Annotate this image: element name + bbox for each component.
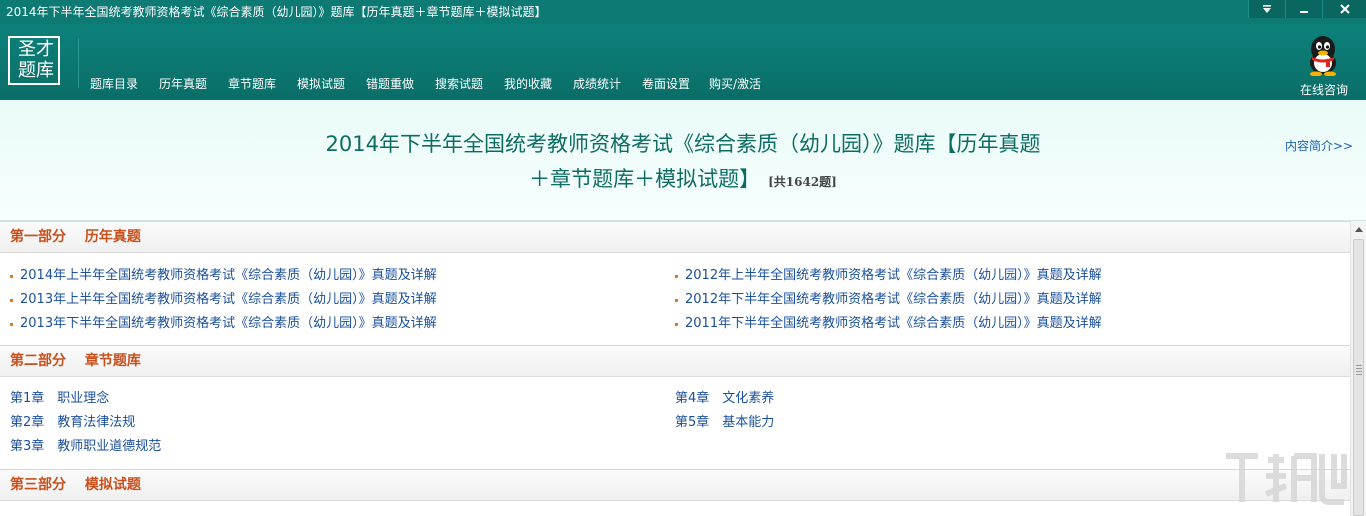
past-paper-link[interactable]: 2013年下半年全国统考教师资格考试《综合素质（幼儿园）》真题及详解 — [20, 316, 437, 332]
qq-penguin-icon — [1310, 36, 1336, 76]
chapter-link[interactable]: 第4章 文化素养 — [675, 391, 774, 407]
list-bullet — [10, 299, 13, 302]
section-heading-past-papers: 第一部分 历年真题 — [0, 221, 1350, 253]
chapter-link[interactable]: 第2章 教育法律法规 — [10, 415, 135, 431]
nav-redo-mistakes[interactable]: 错题重做 — [366, 76, 414, 92]
list-bullet — [675, 299, 678, 302]
chapter-link[interactable]: 第3章 教师职业道德规范 — [10, 439, 161, 455]
section-heading-chapter-bank: 第二部分 章节题库 — [0, 345, 1350, 377]
list-bullet — [10, 275, 13, 278]
nav-question-bank-catalog[interactable]: 题库目录 — [90, 76, 138, 92]
past-paper-link[interactable]: 2013年上半年全国统考教师资格考试《综合素质（幼儿园）》真题及详解 — [20, 292, 437, 308]
book-title-line1: 2014年下半年全国统考教师资格考试《综合素质（幼儿园）》题库【历年真题 — [325, 132, 1041, 156]
chapter-link[interactable]: 第5章 基本能力 — [675, 415, 774, 431]
scroll-grip — [1356, 365, 1362, 377]
close-button[interactable] — [1322, 0, 1366, 18]
logo-line1: 圣才 — [18, 39, 54, 60]
app-logo: 圣才 题库 — [8, 36, 60, 85]
nav-chapter-bank[interactable]: 章节题库 — [228, 76, 276, 92]
scroll-up-arrow-icon — [1354, 227, 1363, 232]
nav-my-favorites[interactable]: 我的收藏 — [504, 76, 552, 92]
nav-mock-tests[interactable]: 模拟试题 — [297, 76, 345, 92]
window-title: 2014年下半年全国统考教师资格考试《综合素质（幼儿园）》题库【历年真题＋章节题… — [6, 5, 547, 19]
online-consult-label: 在线咨询 — [1299, 83, 1348, 97]
content-intro-link[interactable]: 内容简介>> — [1285, 139, 1353, 153]
nav-page-settings[interactable]: 卷面设置 — [642, 76, 690, 92]
nav-search-questions[interactable]: 搜索试题 — [435, 76, 483, 92]
past-paper-link[interactable]: 2012年下半年全国统考教师资格考试《综合素质（幼儿园）》真题及详解 — [685, 292, 1102, 308]
nav-past-papers[interactable]: 历年真题 — [159, 76, 207, 92]
list-bullet — [675, 323, 678, 326]
content-area: 第一部分 历年真题 2014年上半年全国统考教师资格考试《综合素质（幼儿园）》真… — [0, 221, 1350, 516]
scroll-up-button[interactable] — [1351, 221, 1366, 237]
dropdown-button[interactable] — [1248, 0, 1285, 18]
past-paper-link[interactable]: 2014年上半年全国统考教师资格考试《综合素质（幼儿园）》真题及详解 — [20, 268, 437, 284]
past-paper-link[interactable]: 2012年上半年全国统考教师资格考试《综合素质（幼儿园）》真题及详解 — [685, 268, 1102, 284]
list-bullet — [675, 275, 678, 278]
vertical-scrollbar[interactable] — [1350, 221, 1366, 516]
minimize-icon — [1300, 11, 1308, 13]
section-heading-mock-tests: 第三部分 模拟试题 — [0, 469, 1350, 501]
chevron-down-icon — [1263, 5, 1271, 13]
section-title: 第二部分 章节题库 — [10, 353, 141, 369]
chapter-link[interactable]: 第1章 职业理念 — [10, 391, 109, 407]
section-title: 第三部分 模拟试题 — [10, 477, 141, 493]
title-bar: 2014年下半年全国统考教师资格考试《综合素质（幼儿园）》题库【历年真题＋章节题… — [0, 0, 1366, 24]
nav-score-stats[interactable]: 成绩统计 — [573, 76, 621, 92]
main-toolbar: 圣才 题库 题库目录 历年真题 章节题库 模拟试题 错题重做 搜索试题 我的收藏… — [0, 24, 1366, 100]
section-title: 第一部分 历年真题 — [10, 229, 141, 245]
online-consult-button[interactable]: 在线咨询 — [1292, 30, 1356, 97]
minimize-button[interactable] — [1285, 0, 1322, 18]
watermark-logo — [1226, 453, 1347, 505]
close-icon — [1340, 4, 1350, 14]
past-paper-link[interactable]: 2011年下半年全国统考教师资格考试《综合素质（幼儿园）》真题及详解 — [685, 316, 1102, 332]
nav-buy-activate[interactable]: 购买/激活 — [709, 76, 761, 92]
question-count: [共1642题] — [768, 175, 837, 189]
scroll-thumb[interactable] — [1353, 239, 1364, 516]
book-title-line2: ＋章节题库＋模拟试题】 — [529, 167, 761, 191]
book-title-line2-row: ＋章节题库＋模拟试题】 [共1642题] — [0, 166, 1366, 192]
book-banner: 2014年下半年全国统考教师资格考试《综合素质（幼儿园）》题库【历年真题 ＋章节… — [0, 100, 1366, 221]
list-bullet — [10, 323, 13, 326]
logo-line2: 题库 — [18, 60, 54, 81]
toolbar-divider — [78, 38, 79, 88]
